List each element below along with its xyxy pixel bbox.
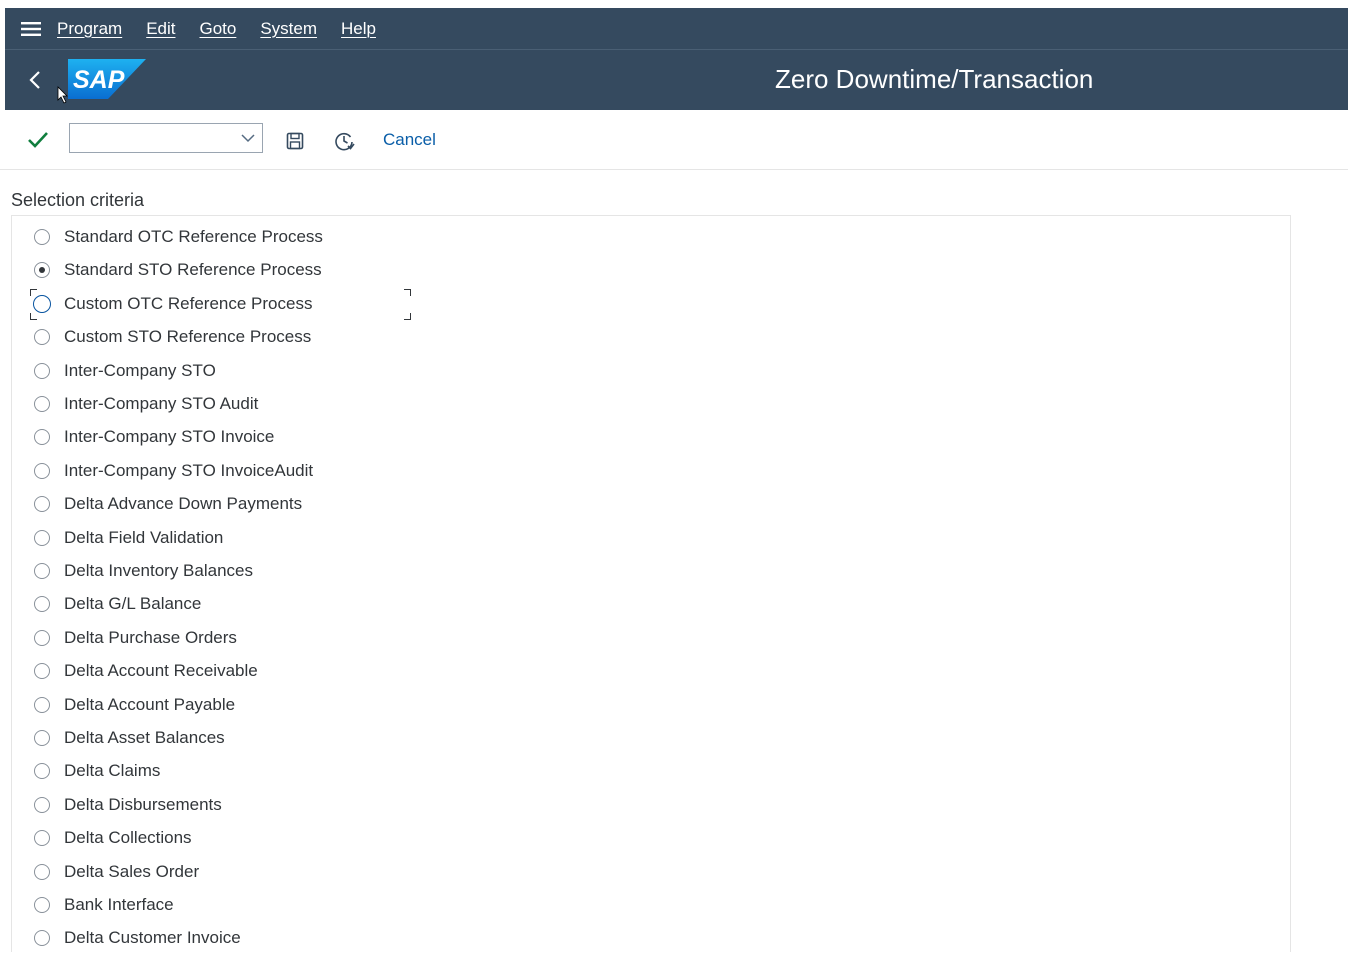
selection-panel: Standard OTC Reference Process Standard S… bbox=[11, 215, 1291, 952]
menu-icon[interactable] bbox=[5, 8, 57, 50]
menu-help[interactable]: Help bbox=[341, 19, 376, 39]
radio-option[interactable]: Custom STO Reference Process bbox=[12, 322, 432, 352]
page-title: Zero Downtime/Transaction bbox=[775, 64, 1094, 94]
menu-system[interactable]: System bbox=[260, 19, 317, 39]
chevron-left-icon bbox=[29, 71, 40, 89]
radio-button[interactable] bbox=[34, 462, 50, 479]
radio-label: Delta G/L Balance bbox=[64, 594, 202, 614]
radio-label: Delta Account Receivable bbox=[64, 661, 258, 681]
radio-button[interactable] bbox=[34, 796, 50, 813]
radio-option[interactable]: Delta Customer Invoice bbox=[12, 923, 432, 953]
radio-button[interactable] bbox=[34, 329, 50, 346]
radio-button[interactable] bbox=[34, 696, 50, 713]
radio-label: Inter-Company STO InvoiceAudit bbox=[64, 460, 314, 480]
radio-option[interactable]: Delta Field Validation bbox=[12, 523, 432, 553]
radio-label: Delta Field Validation bbox=[64, 527, 224, 547]
cancel-button[interactable]: Cancel bbox=[383, 130, 436, 150]
radio-option[interactable]: Delta Inventory Balances bbox=[12, 556, 432, 586]
radio-label: Delta Disbursements bbox=[64, 794, 222, 814]
radio-button[interactable] bbox=[34, 429, 50, 446]
menu-bar: Program Edit Goto System Help bbox=[5, 8, 1348, 50]
focus-frame-corner bbox=[30, 288, 37, 296]
radio-button[interactable] bbox=[34, 730, 50, 746]
radio-option[interactable]: Standard OTC Reference Process bbox=[12, 222, 432, 252]
radio-label: Delta Account Payable bbox=[64, 694, 236, 714]
radio-label: Delta Advance Down Payments bbox=[64, 494, 303, 514]
title-bar: SAP Zero Downtime/Transaction bbox=[5, 50, 1348, 110]
enter-button[interactable] bbox=[26, 129, 50, 151]
radio-button[interactable] bbox=[34, 262, 50, 279]
radio-option[interactable]: Inter-Company STO InvoiceAudit bbox=[12, 456, 432, 486]
menu-program[interactable]: Program bbox=[57, 19, 122, 39]
radio-option[interactable]: Inter-Company STO Audit bbox=[12, 389, 432, 419]
radio-label: Inter-Company STO bbox=[64, 360, 216, 380]
menu-edit[interactable]: Edit bbox=[146, 19, 175, 39]
radio-option[interactable]: Delta Account Receivable bbox=[12, 656, 432, 686]
radio-option[interactable]: Delta Purchase Orders bbox=[12, 623, 432, 653]
radio-option[interactable]: Delta Sales Order bbox=[12, 857, 432, 887]
radio-option[interactable]: Delta Advance Down Payments bbox=[12, 489, 432, 519]
radio-label: Inter-Company STO Invoice bbox=[64, 427, 275, 447]
radio-option[interactable]: Delta Claims bbox=[12, 756, 432, 786]
radio-button[interactable] bbox=[34, 830, 50, 847]
top-strip bbox=[0, 0, 1348, 8]
toolbar: Cancel bbox=[0, 110, 1348, 170]
radio-button[interactable] bbox=[34, 897, 50, 913]
radio-button[interactable] bbox=[34, 362, 50, 379]
radio-option[interactable]: Delta Disbursements bbox=[12, 790, 432, 820]
radio-button[interactable] bbox=[34, 930, 50, 947]
save-icon bbox=[286, 132, 304, 150]
focus-frame-corner bbox=[30, 312, 37, 320]
radio-label: Inter-Company STO Audit bbox=[64, 394, 259, 413]
radio-button[interactable] bbox=[34, 496, 50, 513]
section-title: Selection criteria bbox=[11, 190, 145, 210]
radio-label: Delta Customer Invoice bbox=[64, 928, 241, 948]
radio-label: Bank Interface bbox=[64, 895, 174, 914]
radio-button[interactable] bbox=[34, 629, 50, 646]
menu-goto[interactable]: Goto bbox=[199, 19, 236, 39]
radio-button[interactable] bbox=[34, 663, 50, 680]
radio-label: Delta Sales Order bbox=[64, 861, 200, 881]
checkmark-icon bbox=[28, 132, 48, 148]
svg-text:SAP: SAP bbox=[73, 66, 125, 94]
radio-label: Custom OTC Reference Process bbox=[64, 293, 313, 313]
radio-option[interactable]: Bank Interface bbox=[12, 890, 432, 920]
focus-frame-corner bbox=[404, 312, 411, 320]
chevron-down-icon bbox=[241, 134, 255, 143]
mouse-cursor-icon bbox=[57, 86, 68, 104]
radio-button[interactable] bbox=[34, 229, 50, 245]
radio-button[interactable] bbox=[34, 596, 50, 613]
radio-option[interactable]: Delta Asset Balances bbox=[12, 723, 432, 753]
back-button[interactable] bbox=[23, 66, 47, 94]
radio-label: Delta Inventory Balances bbox=[64, 561, 253, 580]
sap-logo: SAP bbox=[68, 59, 146, 99]
radio-option[interactable]: Delta Collections bbox=[12, 823, 432, 853]
radio-option[interactable]: Delta G/L Balance bbox=[12, 589, 432, 619]
radio-label: Custom STO Reference Process bbox=[64, 327, 312, 347]
command-field[interactable] bbox=[69, 123, 263, 153]
radio-button[interactable] bbox=[34, 763, 50, 780]
radio-button[interactable] bbox=[34, 563, 50, 579]
focus-frame-corner bbox=[404, 288, 411, 296]
radio-button[interactable] bbox=[34, 529, 50, 546]
radio-label: Delta Collections bbox=[64, 828, 192, 848]
radio-option[interactable]: Standard STO Reference Process bbox=[12, 255, 432, 285]
clock-icon bbox=[335, 132, 355, 151]
save-button[interactable] bbox=[285, 131, 305, 151]
radio-button[interactable] bbox=[34, 863, 50, 880]
radio-label: Delta Purchase Orders bbox=[64, 627, 237, 647]
radio-label: Delta Asset Balances bbox=[64, 728, 225, 747]
variant-button[interactable] bbox=[333, 130, 355, 152]
radio-label: Delta Claims bbox=[64, 761, 161, 781]
radio-button[interactable] bbox=[34, 396, 50, 412]
radio-option[interactable]: Custom OTC Reference Process bbox=[12, 288, 432, 320]
radio-option[interactable]: Inter-Company STO bbox=[12, 356, 432, 386]
radio-button[interactable] bbox=[33, 294, 51, 313]
radio-option[interactable]: Delta Account Payable bbox=[12, 690, 432, 720]
radio-label: Standard STO Reference Process bbox=[64, 260, 322, 280]
radio-option[interactable]: Inter-Company STO Invoice bbox=[12, 422, 432, 452]
radio-label: Standard OTC Reference Process bbox=[64, 227, 323, 246]
